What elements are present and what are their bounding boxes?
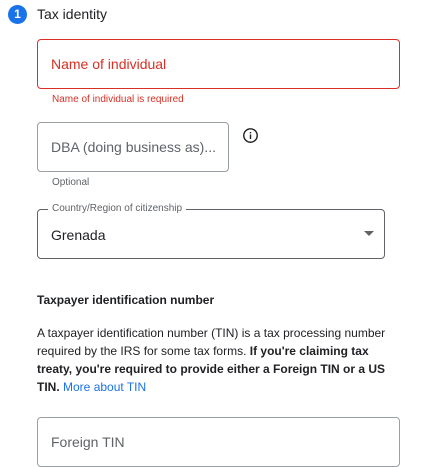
- name-error-message: Name of individual is required: [52, 94, 184, 105]
- tin-description: A taxpayer identification number (TIN) i…: [37, 324, 407, 396]
- dba-helper-optional: Optional: [52, 177, 90, 188]
- dropdown-arrow-icon[interactable]: [364, 231, 374, 236]
- info-icon[interactable]: [242, 127, 259, 144]
- name-of-individual-input[interactable]: Name of individual: [37, 39, 400, 89]
- foreign-tin-placeholder: Foreign TIN: [51, 434, 125, 450]
- citizenship-value: Grenada: [51, 227, 106, 243]
- dba-placeholder: DBA (doing business as)...: [51, 139, 216, 155]
- step-header: 1 Tax identity: [8, 4, 107, 24]
- citizenship-label: Country/Region of citizenship: [48, 203, 187, 214]
- foreign-tin-input[interactable]: Foreign TIN: [37, 417, 400, 467]
- name-of-individual-placeholder: Name of individual: [51, 56, 167, 72]
- dba-input[interactable]: DBA (doing business as)...: [37, 122, 229, 172]
- more-about-tin-link[interactable]: More about TIN: [63, 380, 146, 394]
- tin-section-title: Taxpayer identification number: [37, 293, 215, 307]
- step-number-badge: 1: [8, 4, 27, 24]
- step-title: Tax identity: [37, 6, 108, 22]
- citizenship-select[interactable]: Country/Region of citizenship Grenada: [37, 203, 385, 259]
